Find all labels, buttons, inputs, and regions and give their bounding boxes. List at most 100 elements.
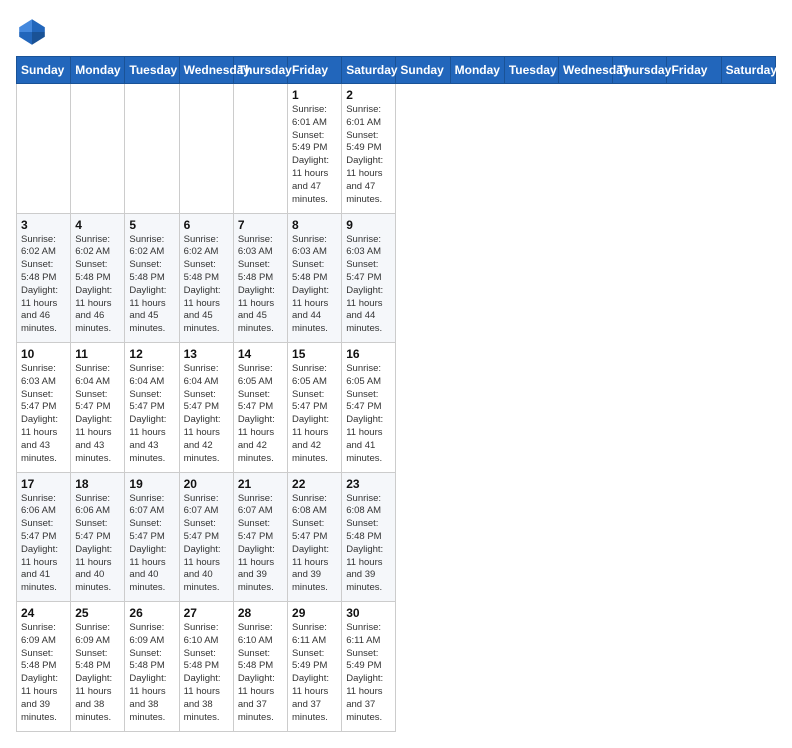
col-header-thursday: Thursday bbox=[613, 57, 667, 84]
col-header-sunday: Sunday bbox=[396, 57, 450, 84]
calendar-cell bbox=[179, 84, 233, 214]
header-row: SundayMondayTuesdayWednesdayThursdayFrid… bbox=[17, 57, 776, 84]
cell-content: Sunrise: 6:09 AM Sunset: 5:48 PM Dayligh… bbox=[21, 622, 66, 725]
calendar-cell: 10 Sunrise: 6:03 AM Sunset: 5:47 PM Dayli… bbox=[17, 343, 71, 473]
cell-content: Sunrise: 6:05 AM Sunset: 5:47 PM Dayligh… bbox=[238, 363, 283, 466]
cell-content: Sunrise: 6:03 AM Sunset: 5:48 PM Dayligh… bbox=[238, 234, 283, 337]
day-number: 29 bbox=[292, 606, 337, 620]
calendar-cell: 1 Sunrise: 6:01 AM Sunset: 5:49 PM Daylig… bbox=[288, 84, 342, 214]
cell-content: Sunrise: 6:01 AM Sunset: 5:49 PM Dayligh… bbox=[346, 104, 391, 207]
cell-content: Sunrise: 6:08 AM Sunset: 5:47 PM Dayligh… bbox=[292, 493, 337, 596]
cell-content: Sunrise: 6:11 AM Sunset: 5:49 PM Dayligh… bbox=[346, 622, 391, 725]
day-number: 6 bbox=[184, 218, 229, 232]
calendar-cell: 22 Sunrise: 6:08 AM Sunset: 5:47 PM Dayli… bbox=[288, 472, 342, 602]
col-header-thursday: Thursday bbox=[233, 57, 287, 84]
cell-content: Sunrise: 6:01 AM Sunset: 5:49 PM Dayligh… bbox=[292, 104, 337, 207]
calendar-cell bbox=[125, 84, 179, 214]
day-number: 4 bbox=[75, 218, 120, 232]
day-number: 13 bbox=[184, 347, 229, 361]
calendar-cell: 20 Sunrise: 6:07 AM Sunset: 5:47 PM Dayli… bbox=[179, 472, 233, 602]
cell-content: Sunrise: 6:03 AM Sunset: 5:47 PM Dayligh… bbox=[21, 363, 66, 466]
day-number: 1 bbox=[292, 88, 337, 102]
day-number: 10 bbox=[21, 347, 66, 361]
calendar-cell: 17 Sunrise: 6:06 AM Sunset: 5:47 PM Dayli… bbox=[17, 472, 71, 602]
calendar-cell: 15Sunrise: 6:05 AM Sunset: 5:47 PM Dayli… bbox=[288, 343, 342, 473]
cell-content: Sunrise: 6:02 AM Sunset: 5:48 PM Dayligh… bbox=[129, 234, 174, 337]
day-number: 9 bbox=[346, 218, 391, 232]
calendar-cell: 8 Sunrise: 6:03 AM Sunset: 5:48 PM Daylig… bbox=[288, 213, 342, 343]
calendar-cell bbox=[71, 84, 125, 214]
calendar-cell: 27 Sunrise: 6:10 AM Sunset: 5:48 PM Dayli… bbox=[179, 602, 233, 732]
col-header-sunday: Sunday bbox=[17, 57, 71, 84]
calendar-cell: 26Sunrise: 6:09 AM Sunset: 5:48 PM Dayli… bbox=[125, 602, 179, 732]
day-number: 27 bbox=[184, 606, 229, 620]
day-number: 24 bbox=[21, 606, 66, 620]
day-number: 7 bbox=[238, 218, 283, 232]
day-number: 8 bbox=[292, 218, 337, 232]
cell-content: Sunrise: 6:04 AM Sunset: 5:47 PM Dayligh… bbox=[184, 363, 229, 466]
day-number: 20 bbox=[184, 477, 229, 491]
cell-content: Sunrise: 6:03 AM Sunset: 5:48 PM Dayligh… bbox=[292, 234, 337, 337]
cell-content: Sunrise: 6:06 AM Sunset: 5:47 PM Dayligh… bbox=[21, 493, 66, 596]
week-row-3: 10 Sunrise: 6:03 AM Sunset: 5:47 PM Dayli… bbox=[17, 343, 776, 473]
week-row-2: 3Sunrise: 6:02 AM Sunset: 5:48 PM Daylig… bbox=[17, 213, 776, 343]
cell-content: Sunrise: 6:10 AM Sunset: 5:48 PM Dayligh… bbox=[184, 622, 229, 725]
calendar-cell bbox=[17, 84, 71, 214]
calendar-cell: 24 Sunrise: 6:09 AM Sunset: 5:48 PM Dayli… bbox=[17, 602, 71, 732]
col-header-tuesday: Tuesday bbox=[504, 57, 558, 84]
cell-content: Sunrise: 6:02 AM Sunset: 5:48 PM Dayligh… bbox=[184, 234, 229, 337]
calendar-cell: 13 Sunrise: 6:04 AM Sunset: 5:47 PM Dayli… bbox=[179, 343, 233, 473]
calendar-cell: 3Sunrise: 6:02 AM Sunset: 5:48 PM Daylig… bbox=[17, 213, 71, 343]
week-row-4: 17 Sunrise: 6:06 AM Sunset: 5:47 PM Dayli… bbox=[17, 472, 776, 602]
day-number: 17 bbox=[21, 477, 66, 491]
calendar-cell: 23 Sunrise: 6:08 AM Sunset: 5:48 PM Dayli… bbox=[342, 472, 396, 602]
calendar-cell: 6 Sunrise: 6:02 AM Sunset: 5:48 PM Daylig… bbox=[179, 213, 233, 343]
day-number: 25 bbox=[75, 606, 120, 620]
cell-content: Sunrise: 6:02 AM Sunset: 5:48 PM Dayligh… bbox=[75, 234, 120, 337]
col-header-tuesday: Tuesday bbox=[125, 57, 179, 84]
cell-content: Sunrise: 6:09 AM Sunset: 5:48 PM Dayligh… bbox=[75, 622, 120, 725]
cell-content: Sunrise: 6:08 AM Sunset: 5:48 PM Dayligh… bbox=[346, 493, 391, 596]
logo-icon bbox=[16, 16, 48, 48]
calendar-cell: 29Sunrise: 6:11 AM Sunset: 5:49 PM Dayli… bbox=[288, 602, 342, 732]
week-row-5: 24 Sunrise: 6:09 AM Sunset: 5:48 PM Dayli… bbox=[17, 602, 776, 732]
col-header-friday: Friday bbox=[288, 57, 342, 84]
calendar-table: SundayMondayTuesdayWednesdayThursdayFrid… bbox=[16, 56, 776, 732]
day-number: 5 bbox=[129, 218, 174, 232]
cell-content: Sunrise: 6:10 AM Sunset: 5:48 PM Dayligh… bbox=[238, 622, 283, 725]
col-header-monday: Monday bbox=[71, 57, 125, 84]
day-number: 11 bbox=[75, 347, 120, 361]
day-number: 19 bbox=[129, 477, 174, 491]
day-number: 15 bbox=[292, 347, 337, 361]
day-number: 23 bbox=[346, 477, 391, 491]
cell-content: Sunrise: 6:06 AM Sunset: 5:47 PM Dayligh… bbox=[75, 493, 120, 596]
calendar-cell: 9 Sunrise: 6:03 AM Sunset: 5:47 PM Daylig… bbox=[342, 213, 396, 343]
calendar-cell: 21Sunrise: 6:07 AM Sunset: 5:47 PM Dayli… bbox=[233, 472, 287, 602]
day-number: 18 bbox=[75, 477, 120, 491]
cell-content: Sunrise: 6:07 AM Sunset: 5:47 PM Dayligh… bbox=[184, 493, 229, 596]
calendar-cell bbox=[233, 84, 287, 214]
calendar-cell: 19 Sunrise: 6:07 AM Sunset: 5:47 PM Dayli… bbox=[125, 472, 179, 602]
calendar-cell: 25 Sunrise: 6:09 AM Sunset: 5:48 PM Dayli… bbox=[71, 602, 125, 732]
day-number: 2 bbox=[346, 88, 391, 102]
cell-content: Sunrise: 6:07 AM Sunset: 5:47 PM Dayligh… bbox=[129, 493, 174, 596]
col-header-wednesday: Wednesday bbox=[559, 57, 613, 84]
calendar-cell: 28 Sunrise: 6:10 AM Sunset: 5:48 PM Dayli… bbox=[233, 602, 287, 732]
calendar-cell: 30Sunrise: 6:11 AM Sunset: 5:49 PM Dayli… bbox=[342, 602, 396, 732]
day-number: 28 bbox=[238, 606, 283, 620]
cell-content: Sunrise: 6:03 AM Sunset: 5:47 PM Dayligh… bbox=[346, 234, 391, 337]
cell-content: Sunrise: 6:04 AM Sunset: 5:47 PM Dayligh… bbox=[75, 363, 120, 466]
calendar-cell: 2 Sunrise: 6:01 AM Sunset: 5:49 PM Daylig… bbox=[342, 84, 396, 214]
calendar-cell: 5 Sunrise: 6:02 AM Sunset: 5:48 PM Daylig… bbox=[125, 213, 179, 343]
calendar-cell: 4 Sunrise: 6:02 AM Sunset: 5:48 PM Daylig… bbox=[71, 213, 125, 343]
calendar-cell: 7 Sunrise: 6:03 AM Sunset: 5:48 PM Daylig… bbox=[233, 213, 287, 343]
day-number: 16 bbox=[346, 347, 391, 361]
week-row-1: 1 Sunrise: 6:01 AM Sunset: 5:49 PM Daylig… bbox=[17, 84, 776, 214]
cell-content: Sunrise: 6:04 AM Sunset: 5:47 PM Dayligh… bbox=[129, 363, 174, 466]
cell-content: Sunrise: 6:05 AM Sunset: 5:47 PM Dayligh… bbox=[346, 363, 391, 466]
col-header-wednesday: Wednesday bbox=[179, 57, 233, 84]
col-header-saturday: Saturday bbox=[721, 57, 775, 84]
day-number: 12 bbox=[129, 347, 174, 361]
day-number: 22 bbox=[292, 477, 337, 491]
day-number: 14 bbox=[238, 347, 283, 361]
